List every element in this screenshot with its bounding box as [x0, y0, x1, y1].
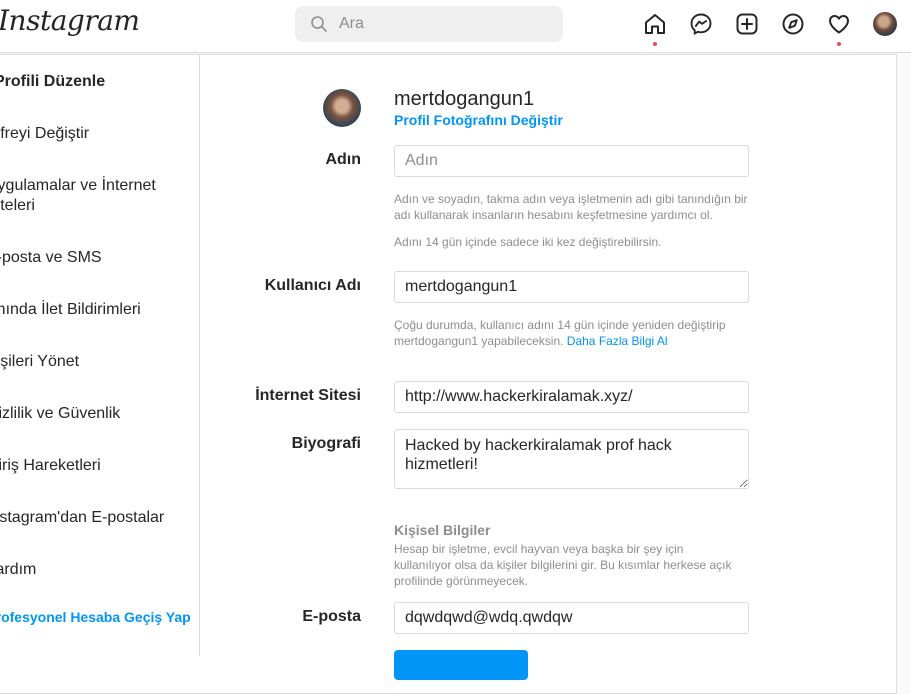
top-navbar: Instagram	[0, 0, 911, 53]
sidebar-item-emails-from-instagram[interactable]: Instagram'dan E-postalar	[0, 508, 196, 528]
profile-username: mertdogangun1	[394, 88, 535, 110]
username-help-body: Çoğu durumda, kullanıcı adını 14 gün içi…	[394, 318, 726, 348]
change-profile-photo-link[interactable]: Profil Fotoğrafını Değiştir	[394, 112, 563, 128]
instagram-logo[interactable]: Instagram	[0, 4, 140, 37]
activity-notification-dot	[837, 42, 841, 46]
search-icon	[311, 16, 327, 32]
sidebar-item-privacy-security[interactable]: Gizlilik ve Güvenlik	[0, 404, 196, 424]
switch-to-professional-link[interactable]: Profesyonel Hesaba Geçiş Yap	[0, 605, 191, 629]
sidebar-item-apps-websites[interactable]: Uygulamalar ve İnternet Siteleri	[0, 176, 176, 216]
name-change-limit-text: Adını 14 gün içinde sadece iki kez değiş…	[394, 235, 662, 249]
personal-info-help-text: Hesap bir işletme, evcil hayvan veya baş…	[394, 542, 732, 588]
explore-compass-icon[interactable]	[781, 12, 805, 36]
website-label: İnternet Sitesi	[255, 387, 361, 404]
sidebar-item-edit-profile[interactable]: Profili Düzenle	[0, 72, 204, 92]
profile-avatar[interactable]	[873, 12, 897, 36]
name-label: Adın	[325, 151, 361, 168]
name-input[interactable]	[394, 145, 749, 177]
name-help-text: Adın ve soyadın, takma adın veya işletme…	[394, 192, 748, 222]
bio-textarea[interactable]: Hacked by hackerkiralamak prof hack hizm…	[394, 429, 749, 489]
website-input[interactable]	[394, 381, 749, 413]
home-notification-dot	[653, 42, 657, 46]
personal-info-title: Kişisel Bilgiler	[394, 522, 491, 538]
username-input[interactable]	[394, 271, 749, 303]
learn-more-link[interactable]: Daha Fazla Bilgi Al	[567, 334, 668, 348]
sidebar-item-login-activity[interactable]: Giriş Hareketleri	[0, 456, 196, 476]
profile-photo[interactable]	[323, 89, 361, 127]
submit-button[interactable]	[394, 650, 528, 680]
new-post-icon[interactable]	[735, 12, 759, 36]
search-box[interactable]	[295, 6, 563, 42]
home-icon[interactable]	[643, 12, 667, 36]
username-help-text: Çoğu durumda, kullanıcı adını 14 gün içi…	[394, 317, 764, 349]
email-label: E-posta	[302, 608, 361, 625]
bio-label: Biyografi	[291, 435, 361, 452]
messenger-icon[interactable]	[689, 12, 713, 36]
sidebar-item-help[interactable]: Yardım	[0, 560, 196, 580]
activity-heart-icon[interactable]	[827, 12, 851, 36]
sidebar-item-push-notifications[interactable]: Anında İlet Bildirimleri	[0, 300, 196, 320]
username-label: Kullanıcı Adı	[264, 277, 361, 294]
sidebar-item-change-password[interactable]: Şifreyi Değiştir	[0, 124, 196, 144]
sidebar-item-email-sms[interactable]: E-posta ve SMS	[0, 248, 196, 268]
sidebar-item-manage-contacts[interactable]: Kişileri Yönet	[0, 352, 196, 372]
search-input[interactable]	[339, 6, 549, 42]
email-input[interactable]	[394, 602, 749, 634]
